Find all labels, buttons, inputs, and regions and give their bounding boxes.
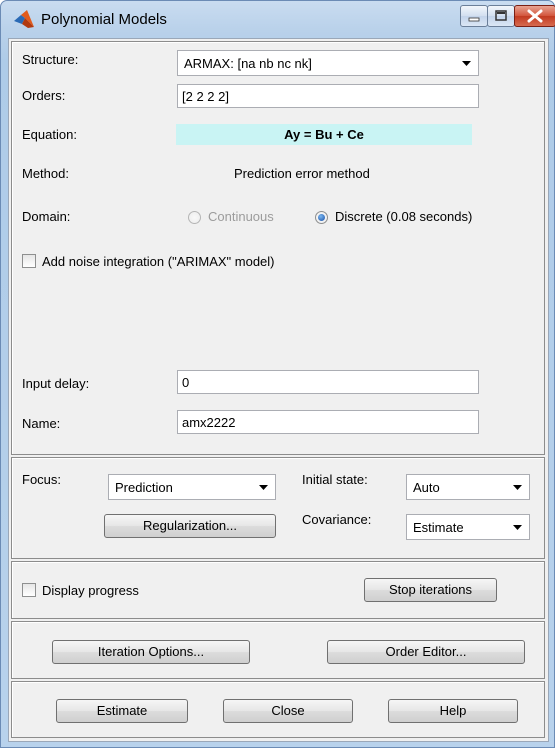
order-editor-button[interactable]: Order Editor...: [327, 640, 525, 664]
close-icon: [527, 9, 543, 23]
close-button[interactable]: Close: [223, 699, 353, 723]
stop-iterations-button[interactable]: Stop iterations: [364, 578, 497, 602]
method-value: Prediction error method: [234, 166, 370, 181]
method-label: Method:: [22, 166, 69, 181]
discrete-radio[interactable]: [315, 211, 328, 224]
progress-panel: Display progress Stop iterations: [11, 561, 545, 619]
equation-label: Equation:: [22, 127, 77, 142]
covariance-selected: Estimate: [413, 520, 464, 535]
structure-selected: ARMAX: [na nb nc nk]: [184, 56, 312, 71]
display-progress-checkbox[interactable]: [22, 583, 36, 597]
input-delay-input[interactable]: 0: [177, 370, 479, 394]
minimize-icon: [468, 17, 480, 22]
continuous-label: Continuous: [208, 209, 274, 224]
regularization-button[interactable]: Regularization...: [104, 514, 276, 538]
estimation-options-panel: Focus: Prediction Initial state: Auto Re…: [11, 457, 545, 559]
covariance-dropdown[interactable]: Estimate: [406, 514, 530, 540]
window-title: Polynomial Models: [41, 11, 167, 28]
minimize-button[interactable]: [460, 5, 488, 27]
orders-label: Orders:: [22, 88, 66, 103]
maximize-button[interactable]: [487, 5, 515, 27]
structure-dropdown[interactable]: ARMAX: [na nb nc nk]: [177, 50, 479, 76]
chevron-down-icon: [513, 485, 522, 490]
domain-label: Domain:: [22, 209, 71, 224]
focus-selected: Prediction: [115, 480, 173, 495]
discrete-label: Discrete (0.08 seconds): [335, 209, 473, 224]
input-delay-label: Input delay:: [22, 376, 90, 391]
structure-label: Structure:: [22, 52, 79, 67]
initial-state-selected: Auto: [413, 480, 440, 495]
model-name-input[interactable]: amx2222: [177, 410, 479, 434]
focus-dropdown[interactable]: Prediction: [108, 474, 276, 500]
orders-input[interactable]: [2 2 2 2]: [177, 84, 479, 108]
noise-integration-label: Add noise integration ("ARIMAX" model): [42, 254, 275, 269]
iteration-options-button[interactable]: Iteration Options...: [52, 640, 250, 664]
initial-state-dropdown[interactable]: Auto: [406, 474, 530, 500]
covariance-label: Covariance:: [302, 512, 372, 527]
help-button[interactable]: Help: [388, 699, 518, 723]
noise-integration-checkbox[interactable]: [22, 254, 36, 268]
chevron-down-icon: [259, 485, 268, 490]
focus-label: Focus:: [22, 472, 62, 487]
chevron-down-icon: [513, 525, 522, 530]
footer-panel: Estimate Close Help: [11, 681, 545, 738]
name-label: Name:: [22, 416, 61, 431]
continuous-radio[interactable]: [188, 211, 201, 224]
options-buttons-panel: Iteration Options... Order Editor...: [11, 621, 545, 679]
matlab-logo-icon: [14, 10, 34, 28]
polynomial-models-window: Polynomial Models Structure: ARMAX: [na …: [0, 0, 555, 748]
equation-display: Ay = Bu + Ce: [176, 124, 472, 145]
dialog-client-area: Structure: ARMAX: [na nb nc nk] Orders: …: [8, 38, 549, 742]
estimate-button[interactable]: Estimate: [56, 699, 188, 723]
chevron-down-icon: [462, 61, 471, 66]
title-bar[interactable]: Polynomial Models: [1, 1, 555, 37]
maximize-icon: [495, 10, 507, 21]
display-progress-label: Display progress: [42, 583, 139, 598]
structure-panel: Structure: ARMAX: [na nb nc nk] Orders: …: [11, 41, 545, 455]
close-window-button[interactable]: [514, 5, 555, 27]
initial-state-label: Initial state:: [302, 472, 368, 487]
